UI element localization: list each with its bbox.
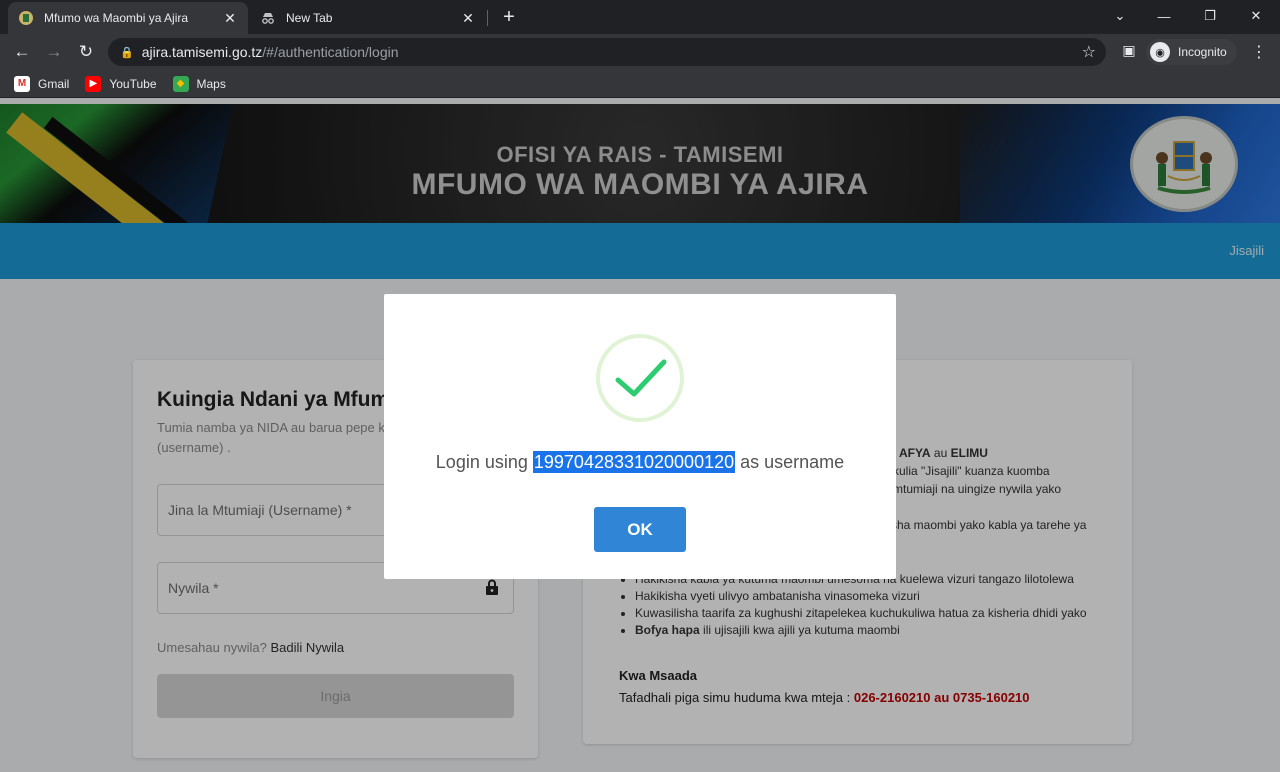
restore-icon[interactable]: ❐ [1198,4,1222,28]
url-path: /#/authentication/login [262,44,399,60]
lock-icon[interactable]: 🔒 [120,46,134,59]
reload-icon[interactable]: ↻ [74,40,98,64]
browser-menu-icon[interactable]: ⋮ [1250,40,1268,64]
bookmark-label: Maps [196,76,226,91]
ok-button[interactable]: OK [594,507,686,552]
tab-strip: Mfumo wa Maombi ya Ajira ✕ New Tab ✕ + ⌄… [0,0,1280,34]
forward-icon[interactable]: → [42,40,66,64]
tab-search-icon[interactable]: ⌄ [1108,4,1132,28]
incognito-label: Incognito [1178,45,1227,59]
username-value[interactable]: 19970428331020000120 [532,451,736,473]
bookmark-label: YouTube [109,76,157,91]
url-host: ajira.tamisemi.go.tz [141,44,263,60]
incognito-icon: ◉ [1150,42,1170,62]
youtube-icon: ▶ [85,75,102,92]
close-window-icon[interactable]: ✕ [1244,4,1268,28]
address-bar[interactable]: 🔒 ajira.tamisemi.go.tz/#/authentication/… [108,38,1106,66]
maps-icon: ◆ [172,75,189,92]
success-dialog: Login using 19970428331020000120 as user… [384,294,896,579]
incognito-icon [260,10,276,26]
tab-new-tab[interactable]: New Tab ✕ [250,2,486,34]
minimize-icon[interactable]: — [1152,4,1176,28]
bookmark-star-icon[interactable]: ☆ [1082,42,1096,62]
bookmark-label: Gmail [38,76,70,91]
bookmark-maps[interactable]: ◆ Maps [172,75,226,92]
close-tab-icon[interactable]: ✕ [222,10,238,26]
incognito-indicator[interactable]: ◉ Incognito [1146,39,1237,65]
message-prefix: Login using [435,452,528,472]
page-content: OFISI YA RAIS - TAMISEMI MFUMO WA MAOMBI… [0,98,1280,772]
tab-ajira[interactable]: Mfumo wa Maombi ya Ajira ✕ [8,2,248,34]
emblem-icon [18,10,34,26]
back-icon[interactable]: ← [10,40,34,64]
dialog-message: Login using 19970428331020000120 as user… [384,451,896,473]
gmail-icon: M [14,75,30,92]
message-suffix: as username [740,452,845,472]
tab-title: New Tab [286,11,333,25]
tab-title: Mfumo wa Maombi ya Ajira [44,11,189,25]
new-tab-button[interactable]: + [498,6,520,28]
tab-divider [487,10,488,26]
browser-toolbar: ← → ↻ 🔒 ajira.tamisemi.go.tz/#/authentic… [0,34,1280,70]
bookmark-gmail[interactable]: M Gmail [14,75,70,92]
bookmark-youtube[interactable]: ▶ YouTube [85,75,157,92]
side-panel-icon[interactable]: ▣ [1120,41,1138,59]
success-check-icon [596,334,684,422]
bookmarks-bar: M Gmail ▶ YouTube ◆ Maps [0,70,1280,98]
close-tab-icon[interactable]: ✕ [460,10,476,26]
